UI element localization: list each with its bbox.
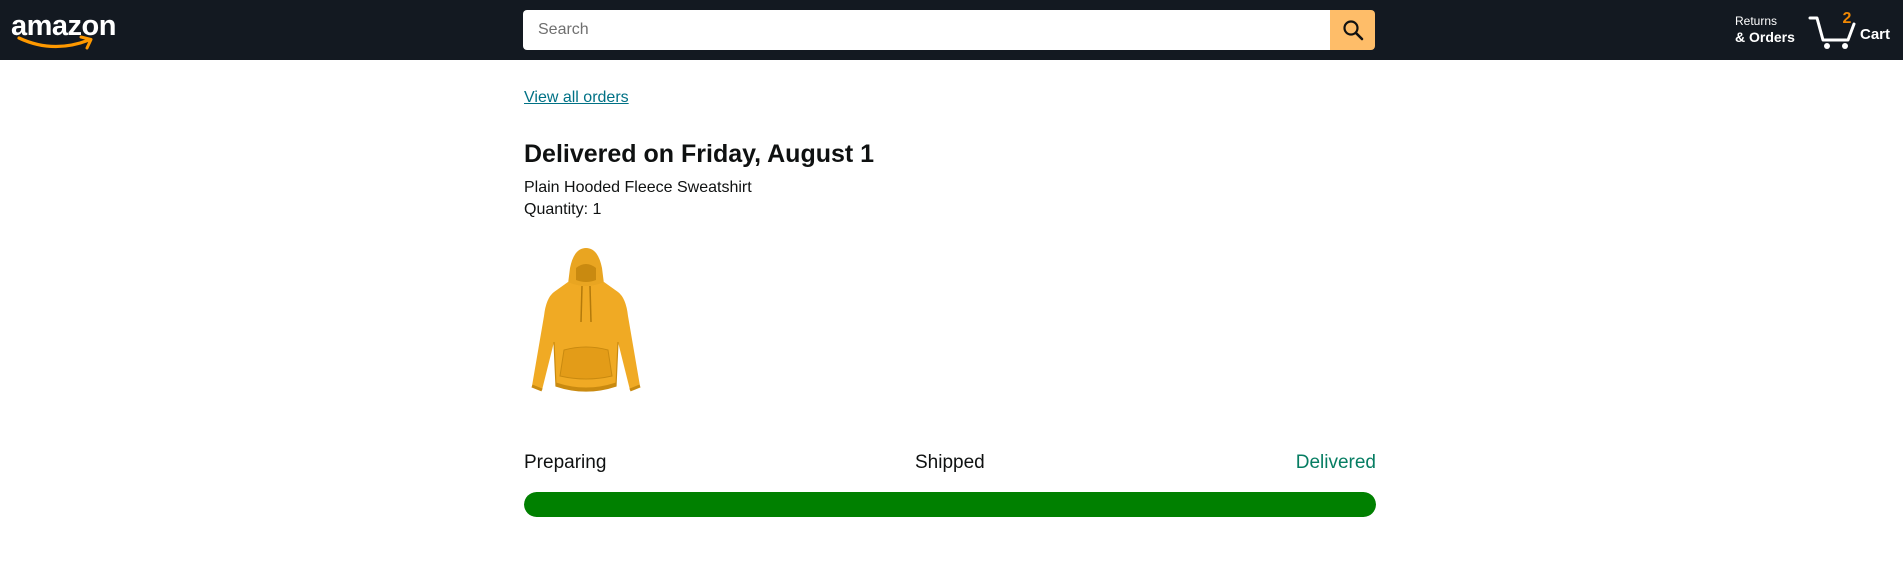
product-name: Plain Hooded Fleece Sweatshirt	[524, 179, 752, 196]
product-quantity: Quantity: 1	[524, 201, 602, 218]
returns-and-orders-link[interactable]: Returns & Orders	[1735, 13, 1795, 45]
search-input[interactable]	[523, 10, 1330, 50]
search-bar	[523, 10, 1375, 50]
view-all-orders-link[interactable]: View all orders	[524, 89, 629, 107]
returns-label: Returns	[1735, 14, 1778, 28]
amazon-logo[interactable]: amazon	[11, 10, 116, 50]
product-image[interactable]	[524, 246, 648, 396]
shipment-progress-bar	[524, 492, 1376, 517]
cart-label: Cart	[1860, 26, 1891, 43]
step-preparing: Preparing	[524, 452, 607, 473]
cart-count-badge: 2	[1842, 10, 1852, 27]
smile-arrow-icon	[17, 35, 93, 50]
step-delivered: Delivered	[1295, 452, 1376, 473]
search-icon	[1342, 20, 1363, 41]
orders-label: & Orders	[1735, 29, 1795, 45]
cart-button[interactable]: 2 Cart	[1808, 8, 1900, 50]
delivery-status-title: Delivered on Friday, August 1	[524, 140, 875, 168]
shipment-progress-fill	[524, 492, 1376, 517]
shipment-progress-labels: Preparing Shipped Delivered	[524, 452, 1376, 478]
step-shipped: Shipped	[915, 452, 985, 473]
search-button[interactable]	[1330, 10, 1375, 50]
top-header: amazon Returns & Orders 2 Cart	[0, 0, 1903, 60]
